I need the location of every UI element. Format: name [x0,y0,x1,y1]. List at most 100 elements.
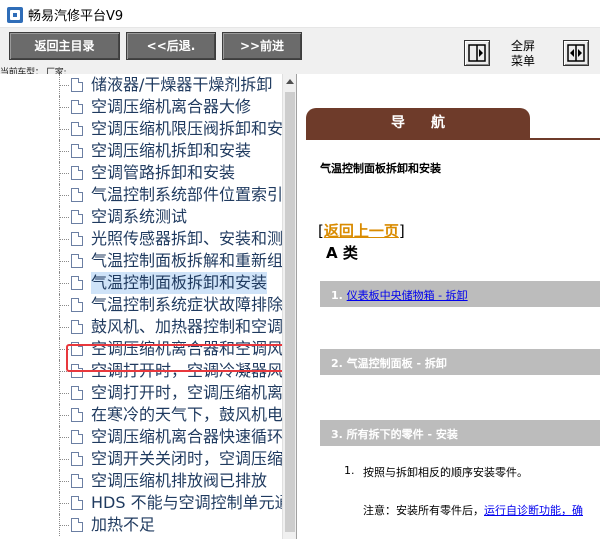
tree-item[interactable]: 空调压缩机排放阀已排放 [0,470,282,492]
tree-branch-line [60,173,69,174]
step-number: 1. [331,289,347,302]
tree-item[interactable]: 空调压缩机离合器大修 [0,96,282,118]
tree-branch-line [60,503,69,504]
document-icon [71,188,83,202]
document-icon [71,474,83,488]
tree-item-label: 空调压缩机排放阀已排放 [91,471,268,490]
tree-branch-line [60,85,69,86]
back-link-row: [返回上一页] [318,220,405,241]
instruction-text: 按照与拆卸相反的顺序安装零件。 [363,466,528,479]
scroll-up-arrow-icon[interactable] [286,79,294,84]
step-link[interactable]: 仪表板中央储物箱 - 拆卸 [347,289,468,302]
tree-item[interactable]: 空调打开时，空调压缩机离合器 [0,382,296,404]
tree-item[interactable]: 加热不足 [0,514,282,536]
tree-item[interactable]: 空调开关关闭时，空调压缩机 [0,448,296,470]
instruction-number: 1. [344,464,355,477]
bracket-close: ] [398,222,405,240]
collapse-left-button[interactable] [464,40,490,66]
tree-item-label: 光照传感器拆卸、安装和测试 [91,229,297,248]
tree-item-label: HDS 不能与空调控制单元通信 [91,493,297,512]
tree-item-label: 空调开关关闭时，空调压缩机 [91,449,297,468]
app-logo-icon [7,7,23,23]
tree-branch-line [60,437,69,438]
tree-item[interactable]: 储液器/干燥器干燥剂拆卸 [0,74,282,96]
expand-panels-button[interactable] [563,40,589,66]
scroll-thumb[interactable] [285,92,295,532]
document-icon [71,144,83,158]
document-icon [71,100,83,114]
tree-item[interactable]: 光照传感器拆卸、安装和测试 [0,228,296,250]
document-icon [71,430,83,444]
tree-item[interactable]: 空调管路拆卸和安装 [0,162,282,184]
tree-item-label: 空调打开时，空调压缩机离合器 [91,383,297,402]
tree-item-label: 空调压缩机离合器快速循环 [91,427,284,446]
home-button[interactable]: 返回主目录 [9,32,120,60]
tree-item[interactable]: 气温控制面板拆解和重新组装 [0,250,296,272]
tree-item[interactable]: HDS 不能与空调控制单元通信 [0,492,296,514]
tree-item-label: 气温控制面板拆解和重新组装 [91,251,297,270]
step-bar: 3. 所有拆下的零件 - 安装 [320,420,600,446]
tree-branch-line [60,393,69,394]
document-icon [71,276,83,290]
document-icon [71,518,83,532]
forward-button[interactable]: >>前进 [222,32,302,60]
tree-item[interactable]: 空调系统测试 [0,206,282,228]
self-diagnosis-link[interactable]: 运行自诊断功能，确 [484,504,583,517]
tree-branch-line [60,261,69,262]
document-icon [71,166,83,180]
note-prefix: 注意：安装所有零件后， [363,504,484,517]
tree-branch-line [60,283,69,284]
tree-branch-line [60,415,69,416]
tree-branch-line [60,481,69,482]
nav-tab[interactable]: 导航 [306,108,530,138]
tree-item-label: 气温控制面板拆卸和安装 [91,272,268,294]
fullscreen-menu-label[interactable]: 全屏 菜单 [508,39,538,69]
document-icon [71,122,83,136]
tree-item[interactable]: 气温控制系统症状故障排除 [0,294,283,316]
tree-item-label: 气温控制系统部件位置索引 [91,185,284,204]
back-button[interactable]: <<后退. [126,32,216,60]
tree-item[interactable]: 气温控制面板拆卸和安装 [0,272,282,294]
tree-branch-line [60,151,69,152]
tree-branch-line [60,217,69,218]
expand-panels-icon [567,44,585,62]
tree-item-label: 鼓风机、加热器控制和空调 [91,317,284,336]
tree-branch-line [60,305,69,306]
step-text: 3. 所有拆下的零件 - 安装 [331,426,458,442]
title-bar: 畅易汽修平台V9 [0,0,600,28]
tree-branch-line [60,107,69,108]
step-text: 2. 气温控制面板 - 拆卸 [331,355,447,371]
tree-item[interactable]: 在寒冷的天气下，鼓风机电机 [0,404,296,426]
tree-item-label: 储液器/干燥器干燥剂拆卸 [91,75,273,94]
document-icon [71,232,83,246]
document-icon [71,496,83,510]
tree-branch-line [60,129,69,130]
class-label: A 类 [326,244,358,262]
content-pane: 导航 气温控制面板拆卸和安装 [返回上一页] A 类 1. 仪表板中央储物箱 -… [298,74,600,539]
tree-item[interactable]: 气温控制系统部件位置索引 [0,184,284,206]
tree-item-label: 在寒冷的天气下，鼓风机电机 [91,405,297,424]
tree-branch-line [60,195,69,196]
fullscreen-label-line1: 全屏 [510,39,535,53]
step-bar: 2. 气温控制面板 - 拆卸 [320,349,600,375]
tree-item-label: 空调系统测试 [91,207,188,226]
tree-item-label: 空调压缩机离合器大修 [91,97,252,116]
tree-scrollbar[interactable] [282,74,296,539]
back-previous-page-link[interactable]: 返回上一页 [324,222,399,240]
document-icon [71,210,83,224]
document-icon [71,386,83,400]
page-title: 气温控制面板拆卸和安装 [320,162,441,175]
tree-item[interactable]: 空调压缩机离合器快速循环 [0,426,284,448]
collapse-left-icon [468,44,486,62]
tree-item[interactable]: 鼓风机、加热器控制和空调 [0,316,284,338]
nav-divider [306,138,600,140]
tree-item[interactable]: 空调压缩机拆卸和安装 [0,140,282,162]
window-title: 畅易汽修平台V9 [28,9,124,24]
step-label: 气温控制面板 - 拆卸 [346,357,447,370]
tree-item-label: 空调管路拆卸和安装 [91,163,236,182]
tree-branch-line [60,525,69,526]
note-text: 注意：安装所有零件后，运行自诊断功能，确 [363,502,583,518]
selection-highlight [66,344,285,372]
document-icon [71,452,83,466]
tree-item[interactable]: 空调压缩机限压阀拆卸和安装 [0,118,296,140]
